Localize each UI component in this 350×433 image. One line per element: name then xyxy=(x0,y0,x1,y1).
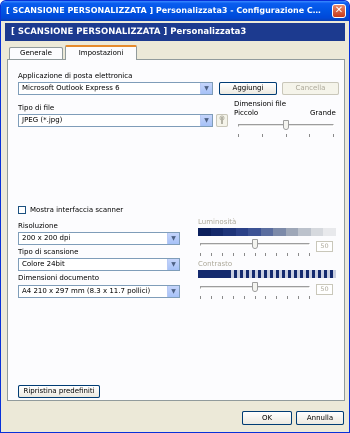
ok-button[interactable]: OK xyxy=(242,411,292,425)
resolution-value: 200 x 200 dpi xyxy=(22,234,71,242)
slider-tick xyxy=(309,296,310,299)
brightness-swatch xyxy=(323,228,337,236)
email-app-select[interactable]: Microsoft Outlook Express 6 ▼ xyxy=(18,82,213,95)
slider-tick xyxy=(298,253,299,256)
chevron-down-icon: ▼ xyxy=(200,115,212,126)
brightness-swatch xyxy=(273,228,287,236)
title-bar[interactable]: [ SCANSIONE PERSONALIZZATA ] Personalizz… xyxy=(1,1,349,21)
brightness-gradient-bar xyxy=(198,228,337,236)
contrast-label: Contrasto xyxy=(198,260,233,268)
scan-type-select[interactable]: Colore 24bit ▼ xyxy=(18,258,180,271)
slider-tick xyxy=(211,253,212,256)
file-type-label: Tipo di file xyxy=(18,104,55,112)
settings-panel: Applicazione di posta elettronica Micros… xyxy=(7,59,345,401)
brightness-swatch xyxy=(248,228,262,236)
file-size-max-label: Grande xyxy=(310,109,336,117)
slider-tick xyxy=(211,296,212,299)
brightness-value-field[interactable]: 50 xyxy=(316,241,333,252)
brightness-slider-thumb[interactable] xyxy=(252,239,258,249)
scanner-ui-label: Mostra interfaccia scanner xyxy=(30,206,124,214)
brightness-swatch xyxy=(310,228,324,236)
slider-tick xyxy=(276,296,277,299)
cancel-button[interactable]: Annulla xyxy=(296,411,344,425)
scan-type-label: Tipo di scansione xyxy=(18,248,79,256)
chevron-down-icon: ▼ xyxy=(167,233,179,244)
file-type-value: JPEG (*.jpg) xyxy=(22,116,63,124)
slider-tick xyxy=(309,253,310,256)
slider-tick xyxy=(255,296,256,299)
brightness-swatch xyxy=(260,228,274,236)
file-type-select[interactable]: JPEG (*.jpg) ▼ xyxy=(18,114,213,127)
slider-tick xyxy=(298,296,299,299)
document-size-label: Dimensioni documento xyxy=(18,274,99,282)
slider-tick xyxy=(200,253,201,256)
window-title: [ SCANSIONE PERSONALIZZATA ] Personalizz… xyxy=(6,6,326,15)
brightness-ticks xyxy=(200,253,310,256)
slider-tick xyxy=(276,253,277,256)
chevron-down-icon: ▼ xyxy=(167,259,179,270)
dialog-window: [ SCANSIONE PERSONALIZZATA ] Personalizz… xyxy=(0,0,350,433)
wrench-icon xyxy=(219,115,225,124)
brightness-swatch xyxy=(210,228,224,236)
file-size-ticks xyxy=(238,134,334,137)
slider-tick xyxy=(287,253,288,256)
tab-impostazioni[interactable]: Impostazioni xyxy=(65,45,137,60)
slider-tick xyxy=(233,253,234,256)
tab-generale[interactable]: Generale xyxy=(9,47,63,59)
close-button[interactable]: ✕ xyxy=(332,4,346,18)
reset-defaults-button[interactable]: Ripristina predefiniti xyxy=(18,385,100,398)
brightness-swatch xyxy=(198,228,212,236)
brightness-swatch xyxy=(235,228,249,236)
slider-tick xyxy=(255,253,256,256)
slider-tick xyxy=(286,134,287,137)
brightness-swatch xyxy=(223,228,237,236)
slider-tick xyxy=(244,253,245,256)
file-size-slider-thumb[interactable] xyxy=(283,120,289,130)
delete-button[interactable]: Cancella xyxy=(282,82,339,95)
slider-tick xyxy=(200,296,201,299)
chevron-down-icon: ▼ xyxy=(167,286,179,297)
scan-type-value: Colore 24bit xyxy=(22,260,65,268)
add-button[interactable]: Aggiungi xyxy=(219,82,277,95)
brightness-swatch xyxy=(298,228,312,236)
slider-tick xyxy=(287,296,288,299)
file-size-label: Dimensioni file xyxy=(234,100,287,108)
brightness-swatch xyxy=(285,228,299,236)
file-size-min-label: Piccolo xyxy=(234,109,259,117)
slider-tick xyxy=(309,134,310,137)
contrast-stripe xyxy=(333,270,337,278)
scanner-ui-checkbox[interactable] xyxy=(18,206,26,214)
contrast-value-field[interactable]: 50 xyxy=(316,284,333,295)
email-app-label: Applicazione di posta elettronica xyxy=(18,72,133,80)
slider-tick xyxy=(262,134,263,137)
slider-tick xyxy=(233,296,234,299)
chevron-down-icon: ▼ xyxy=(200,83,212,94)
document-size-value: A4 210 x 297 mm (8.3 x 11.7 pollici) xyxy=(22,287,151,295)
contrast-ticks xyxy=(200,296,310,299)
slider-tick xyxy=(333,134,334,137)
document-size-select[interactable]: A4 210 x 297 mm (8.3 x 11.7 pollici) ▼ xyxy=(18,285,180,298)
email-app-value: Microsoft Outlook Express 6 xyxy=(22,84,120,92)
page-header: [ SCANSIONE PERSONALIZZATA ] Personalizz… xyxy=(5,23,345,41)
brightness-label: Luminosità xyxy=(198,218,237,226)
contrast-pattern-bar xyxy=(198,270,337,278)
slider-tick xyxy=(222,296,223,299)
file-settings-button[interactable] xyxy=(216,114,228,127)
contrast-slider-thumb[interactable] xyxy=(252,282,258,292)
slider-tick xyxy=(244,296,245,299)
slider-tick xyxy=(222,253,223,256)
resolution-select[interactable]: 200 x 200 dpi ▼ xyxy=(18,232,180,245)
slider-tick xyxy=(265,253,266,256)
slider-tick xyxy=(238,134,239,137)
resolution-label: Risoluzione xyxy=(18,222,58,230)
slider-tick xyxy=(265,296,266,299)
